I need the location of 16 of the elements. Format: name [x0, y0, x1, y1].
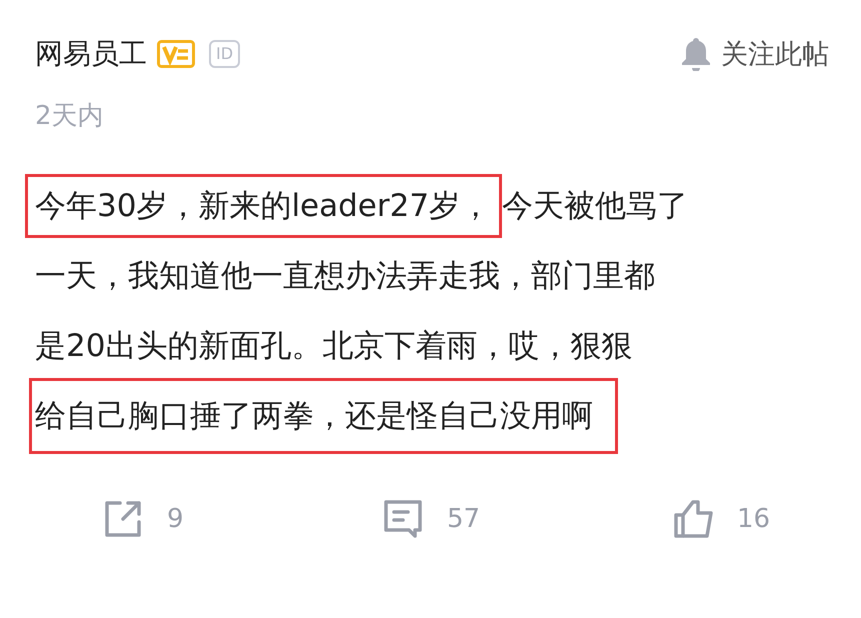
post-text: 一天，我知道他一直想办法弄走我，部门里都 [35, 257, 655, 296]
like-button[interactable]: 16 [673, 499, 829, 539]
comment-icon[interactable] [383, 499, 423, 539]
thumbs-up-icon[interactable] [673, 499, 713, 539]
author-name[interactable]: 网易员工 [35, 35, 147, 73]
follow-button[interactable]: 关注此帖 [681, 36, 829, 72]
post-time: 2天内 [35, 100, 105, 133]
highlighted-text: 给自己胸口捶了两拳，还是怪自己没用啊 [29, 378, 618, 454]
id-badge: ID [209, 40, 240, 68]
post-text: 是20出头的新面孔。北京下着雨，哎，狠狠 [35, 327, 632, 366]
share-icon[interactable] [103, 499, 143, 539]
share-button[interactable]: 9 [103, 499, 383, 539]
bell-icon [681, 37, 711, 71]
comment-button[interactable]: 57 [383, 499, 673, 539]
highlighted-text: 今年30岁，新来的leader27岁， [25, 174, 502, 238]
post-text: 今天被他骂了 [502, 187, 688, 226]
